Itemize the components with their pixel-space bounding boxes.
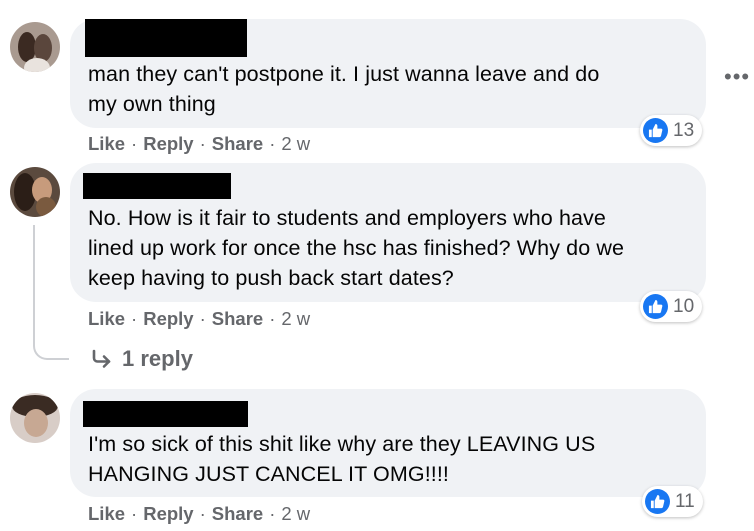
comment-actions: Like · Reply · Share · 2 w: [88, 308, 311, 329]
comment-text: No. How is it fair to students and emplo…: [88, 206, 625, 290]
share-button[interactable]: Share: [212, 133, 263, 154]
reaction-summary[interactable]: 11: [642, 486, 703, 517]
thread-connector: [33, 225, 69, 360]
like-button[interactable]: Like: [88, 133, 125, 154]
timestamp[interactable]: 2 w: [281, 133, 310, 154]
timestamp[interactable]: 2 w: [281, 503, 310, 524]
like-reaction-icon: [643, 118, 668, 143]
avatar[interactable]: [10, 167, 60, 217]
redacted-author-name: [85, 19, 247, 57]
share-button[interactable]: Share: [212, 308, 263, 329]
like-button[interactable]: Like: [88, 308, 125, 329]
share-button[interactable]: Share: [212, 503, 263, 524]
comment-bubble: man they can't postpone it. I just wanna…: [70, 19, 706, 128]
comment-bubble: No. How is it fair to students and emplo…: [70, 163, 706, 302]
comment-text: I'm so sick of this shit like why are th…: [88, 432, 596, 486]
comment-bubble: I'm so sick of this shit like why are th…: [70, 389, 706, 497]
view-replies-link[interactable]: 1 reply: [90, 346, 193, 372]
reply-button[interactable]: Reply: [143, 503, 193, 524]
reaction-summary[interactable]: 13: [640, 115, 703, 146]
reply-arrow-icon: [92, 349, 111, 368]
redacted-author-name: [83, 173, 231, 199]
redacted-author-name: [83, 401, 248, 427]
reaction-summary[interactable]: 10: [640, 291, 703, 322]
timestamp[interactable]: 2 w: [281, 308, 310, 329]
reply-button[interactable]: Reply: [143, 133, 193, 154]
comment-text: man they can't postpone it. I just wanna…: [88, 62, 600, 116]
like-reaction-icon: [645, 489, 670, 514]
comment-actions: Like · Reply · Share · 2 w: [88, 133, 311, 154]
more-options-icon[interactable]: •••: [724, 64, 750, 90]
avatar[interactable]: [10, 22, 60, 72]
like-reaction-icon: [643, 294, 668, 319]
like-button[interactable]: Like: [88, 503, 125, 524]
avatar[interactable]: [10, 393, 60, 443]
reply-button[interactable]: Reply: [143, 308, 193, 329]
comment-actions: Like · Reply · Share · 2 w: [88, 503, 311, 524]
